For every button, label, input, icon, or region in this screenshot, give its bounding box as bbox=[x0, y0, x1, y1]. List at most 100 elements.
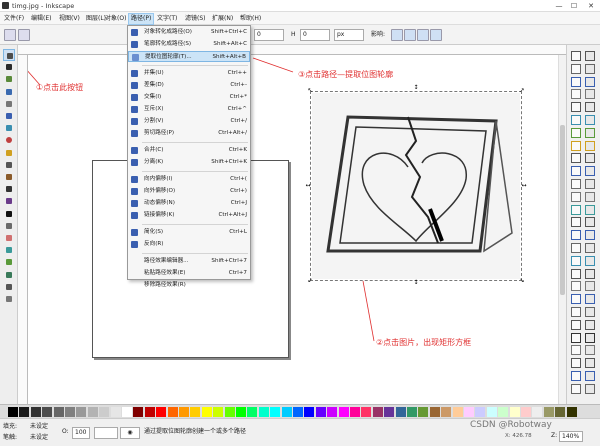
command-button-icon[interactable] bbox=[571, 230, 581, 241]
color-swatch[interactable] bbox=[213, 407, 224, 417]
command-button-icon[interactable] bbox=[585, 115, 595, 125]
color-swatch[interactable] bbox=[498, 407, 509, 417]
pen-tool-icon[interactable] bbox=[3, 183, 15, 195]
menu-item[interactable]: 帮助(H) bbox=[238, 14, 263, 24]
calligraphy-tool-icon[interactable] bbox=[3, 195, 15, 207]
visibility-toggle[interactable]: ◉ bbox=[120, 427, 140, 439]
mesh-tool-icon[interactable] bbox=[3, 269, 15, 281]
menu-item[interactable]: 对象(O) bbox=[103, 14, 128, 24]
command-button-icon[interactable] bbox=[585, 102, 595, 113]
path-menu-item[interactable]: 交集(I) Ctrl+* bbox=[128, 92, 250, 103]
horizontal-ruler[interactable] bbox=[18, 45, 566, 55]
affect-corners-button[interactable] bbox=[404, 29, 416, 41]
path-menu-item[interactable]: 移除路径效果(R) bbox=[128, 280, 250, 291]
color-swatch[interactable] bbox=[247, 407, 258, 417]
command-button-icon[interactable] bbox=[571, 191, 581, 202]
command-button-icon[interactable] bbox=[585, 281, 595, 292]
color-swatch[interactable] bbox=[190, 407, 201, 417]
eraser-tool-icon[interactable] bbox=[3, 232, 15, 244]
command-button-icon[interactable] bbox=[571, 127, 581, 138]
menu-item[interactable]: 视图(V) bbox=[57, 14, 82, 24]
command-button-icon[interactable] bbox=[585, 217, 595, 228]
color-swatch[interactable] bbox=[384, 407, 395, 417]
toolbar-button[interactable] bbox=[4, 29, 16, 41]
path-menu-item[interactable]: 简化(S) Ctrl+L bbox=[128, 227, 250, 238]
x-field[interactable]: 0 bbox=[254, 29, 284, 41]
color-swatch[interactable] bbox=[30, 407, 41, 417]
color-swatch[interactable] bbox=[304, 407, 315, 417]
command-button-icon[interactable] bbox=[571, 371, 581, 381]
color-swatch[interactable] bbox=[167, 407, 178, 417]
affect-gradients-button[interactable] bbox=[417, 29, 429, 41]
dropper-tool-icon[interactable] bbox=[3, 281, 15, 293]
path-menu-item[interactable]: 差集(D) Ctrl+- bbox=[128, 80, 250, 91]
affect-patterns-button[interactable] bbox=[430, 29, 442, 41]
command-button-icon[interactable] bbox=[571, 76, 581, 87]
path-menu-item[interactable]: 链接偏移(K) Ctrl+Alt+J bbox=[128, 210, 250, 221]
path-menu-item[interactable]: 分割(V) Ctrl+/ bbox=[128, 116, 250, 127]
command-button-icon[interactable] bbox=[585, 294, 595, 305]
color-swatch[interactable] bbox=[179, 407, 189, 417]
path-menu-item[interactable]: 剪切路径(P) Ctrl+Alt+/ bbox=[128, 128, 250, 139]
command-button-icon[interactable] bbox=[585, 230, 595, 241]
maximize-button[interactable]: ☐ bbox=[567, 1, 581, 11]
color-swatch[interactable] bbox=[156, 407, 167, 417]
path-menu-item[interactable]: 粘贴路径效果(E) Ctrl+7 bbox=[128, 268, 250, 279]
color-swatch[interactable] bbox=[281, 407, 292, 417]
color-swatch[interactable] bbox=[76, 407, 87, 417]
gradient-tool-icon[interactable] bbox=[3, 256, 15, 268]
box-tool-icon[interactable] bbox=[3, 122, 15, 134]
menu-item[interactable]: 编辑(E) bbox=[29, 14, 53, 24]
command-button-icon[interactable] bbox=[571, 115, 581, 125]
command-button-icon[interactable] bbox=[585, 358, 595, 369]
scrollbar-thumb[interactable] bbox=[560, 125, 565, 295]
color-swatch[interactable] bbox=[361, 407, 372, 417]
vertical-ruler[interactable] bbox=[18, 55, 28, 404]
command-button-icon[interactable] bbox=[585, 204, 595, 215]
command-button-icon[interactable] bbox=[571, 307, 581, 317]
command-button-icon[interactable] bbox=[585, 179, 595, 189]
color-swatch[interactable] bbox=[236, 407, 246, 417]
fill-value[interactable]: 未设定 bbox=[30, 422, 48, 432]
command-button-icon[interactable] bbox=[571, 332, 581, 343]
command-button-icon[interactable] bbox=[585, 243, 595, 253]
command-button-icon[interactable] bbox=[571, 268, 581, 279]
command-button-icon[interactable] bbox=[585, 383, 595, 394]
command-button-icon[interactable] bbox=[585, 345, 595, 356]
zoom-tool-icon[interactable] bbox=[3, 86, 15, 98]
color-swatch[interactable] bbox=[65, 407, 75, 417]
command-button-icon[interactable] bbox=[571, 102, 581, 113]
opacity-field[interactable]: 100 bbox=[72, 427, 90, 439]
command-button-icon[interactable] bbox=[571, 319, 581, 330]
command-button-icon[interactable] bbox=[585, 319, 595, 330]
color-swatch[interactable] bbox=[270, 407, 281, 417]
vertical-scrollbar[interactable] bbox=[558, 55, 566, 404]
close-button[interactable]: ✕ bbox=[584, 1, 598, 11]
command-button-icon[interactable] bbox=[571, 217, 581, 228]
path-menu-item[interactable]: 并集(U) Ctrl++ bbox=[128, 68, 250, 79]
command-button-icon[interactable] bbox=[585, 89, 595, 100]
stroke-value[interactable]: 未设定 bbox=[30, 433, 48, 443]
command-button-icon[interactable] bbox=[585, 153, 595, 164]
color-swatch[interactable] bbox=[509, 407, 520, 417]
affect-stroke-button[interactable] bbox=[391, 29, 403, 41]
command-button-icon[interactable] bbox=[571, 281, 581, 292]
star-tool-icon[interactable] bbox=[3, 147, 15, 159]
color-swatch[interactable] bbox=[8, 407, 18, 417]
menu-item[interactable]: 路径(P) bbox=[128, 13, 155, 25]
command-button-icon[interactable] bbox=[585, 307, 595, 317]
command-button-icon[interactable] bbox=[571, 383, 581, 394]
color-swatch[interactable] bbox=[293, 407, 303, 417]
color-swatch[interactable] bbox=[452, 407, 463, 417]
command-button-icon[interactable] bbox=[571, 345, 581, 356]
unit-select[interactable]: px bbox=[334, 29, 364, 41]
path-menu-item[interactable]: 提取位图轮廓(T)... Shift+Alt+B bbox=[128, 51, 250, 62]
layer-select[interactable] bbox=[94, 427, 118, 439]
color-swatch[interactable] bbox=[122, 407, 132, 417]
color-swatch[interactable] bbox=[224, 407, 235, 417]
command-button-icon[interactable] bbox=[585, 332, 595, 343]
color-swatch[interactable] bbox=[144, 407, 155, 417]
node-tool-icon[interactable] bbox=[3, 61, 15, 73]
bucket-tool-icon[interactable] bbox=[3, 244, 15, 256]
command-button-icon[interactable] bbox=[585, 255, 595, 266]
